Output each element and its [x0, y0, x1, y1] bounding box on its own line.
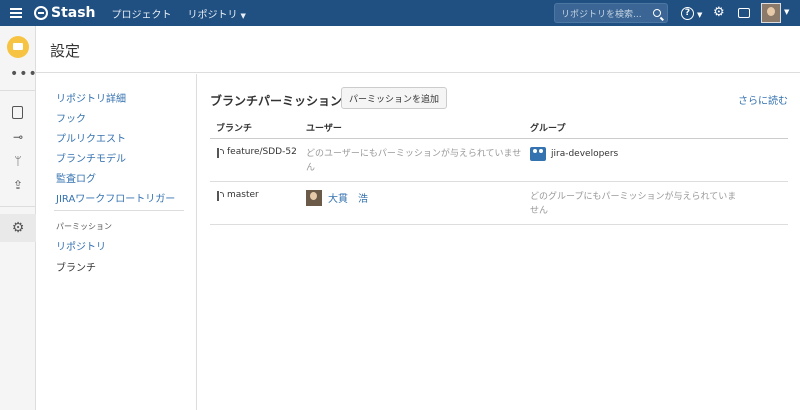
avatar-chevron-down-icon[interactable]: ▼	[784, 8, 789, 16]
group-icon	[530, 146, 546, 161]
repository-search-input[interactable]: リポジトリを検索...	[554, 3, 668, 23]
branch-cell: feature/SDD-52	[210, 138, 300, 182]
section-title: ブランチパーミッション	[210, 94, 343, 108]
inbox-icon[interactable]	[738, 8, 750, 18]
groups-cell: どのグループにもパーミッションが与えられていません	[524, 181, 788, 225]
user-name-link[interactable]: 大貫 浩	[328, 190, 368, 205]
groups-cell: jira-developers	[524, 138, 788, 182]
nav-repositories-label: リポジトリ	[187, 9, 238, 21]
nav-repositories[interactable]: リポジトリ ▼	[188, 6, 246, 21]
table-row[interactable]: feature/SDD-52 どのユーザーにもパーミッションが与えられていません…	[210, 138, 788, 182]
branch-name: feature/SDD-52	[227, 146, 297, 157]
settings-navigation: リポジトリ詳細 フック プルリクエスト ブランチモデル 監査ログ JIRAワーク…	[36, 74, 197, 410]
settings-link-branch-permissions[interactable]: ブランチ	[56, 259, 96, 274]
pull-requests-icon[interactable]: ⇪	[11, 178, 25, 192]
settings-nav-divider	[54, 210, 184, 211]
page-header: 設定	[36, 26, 800, 73]
users-cell: どのユーザーにもパーミッションが与えられていません	[300, 138, 524, 182]
page-title: 設定	[50, 42, 81, 60]
settings-link-repository-permissions[interactable]: リポジトリ	[56, 238, 106, 253]
no-users-message: どのユーザーにもパーミッションが与えられていません	[306, 148, 522, 173]
users-cell: 大貫 浩	[300, 181, 524, 225]
settings-link-jira-workflow-triggers[interactable]: JIRAワークフロートリガー	[56, 190, 175, 205]
column-header-groups: グループ	[524, 118, 788, 139]
project-avatar-icon[interactable]	[7, 36, 29, 58]
table-row[interactable]: master 大貫 浩 どのグループにもパーミッションが与えられていません	[210, 181, 788, 225]
search-icon[interactable]	[653, 9, 661, 17]
gear-icon[interactable]: ⚙	[713, 5, 725, 21]
no-groups-message: どのグループにもパーミッションが与えられていません	[530, 191, 737, 216]
more-icon[interactable]: •••	[10, 66, 38, 82]
menu-icon[interactable]	[0, 0, 32, 26]
column-header-branch: ブランチ	[210, 118, 300, 139]
branches-icon[interactable]: ᛘ	[11, 154, 25, 168]
branch-permissions-table: ブランチ ユーザー グループ feature/SDD-52 どのユーザーにもパー…	[210, 118, 788, 225]
settings-link-branch-model[interactable]: ブランチモデル	[56, 150, 126, 165]
stash-logo[interactable]: Stash	[34, 5, 96, 21]
settings-link-pull-requests[interactable]: プルリクエスト	[56, 130, 126, 145]
user-avatar[interactable]	[761, 3, 781, 23]
settings-gear-icon[interactable]: ⚙	[11, 221, 25, 235]
help-chevron-down-icon[interactable]: ▼	[697, 7, 702, 23]
table-header-row: ブランチ ユーザー グループ	[210, 118, 788, 139]
rail-divider	[0, 206, 36, 207]
commits-icon[interactable]: ⊸	[11, 130, 25, 144]
permissions-section-heading: パーミッション	[56, 222, 112, 231]
top-navigation-bar: Stash プロジェクト リポジトリ ▼ リポジトリを検索... ? ▼ ⚙ ▼	[0, 0, 800, 26]
source-icon[interactable]	[12, 106, 23, 119]
add-permission-button[interactable]: パーミッションを追加	[341, 87, 448, 109]
stash-logo-icon	[34, 6, 48, 20]
nav-projects[interactable]: プロジェクト	[112, 6, 172, 21]
search-placeholder: リポジトリを検索...	[561, 9, 642, 20]
settings-link-audit-log[interactable]: 監査ログ	[56, 170, 96, 185]
sidebar-rail: ••• ⊸ ᛘ ⇪ ⚙	[0, 26, 38, 410]
branch-icon	[216, 190, 224, 201]
app-name: Stash	[51, 5, 96, 21]
branch-cell: master	[210, 181, 300, 225]
chevron-down-icon: ▼	[240, 11, 246, 20]
main-content: ブランチパーミッション パーミッションを追加 さらに読む ブランチ ユーザー グ…	[198, 74, 800, 410]
help-icon[interactable]: ?	[681, 7, 694, 20]
rail-divider	[0, 90, 36, 91]
settings-link-hooks[interactable]: フック	[56, 110, 86, 125]
read-more-link[interactable]: さらに読む	[738, 92, 788, 107]
settings-link-repository-details[interactable]: リポジトリ詳細	[56, 90, 126, 105]
group-name[interactable]: jira-developers	[551, 149, 618, 159]
column-header-users: ユーザー	[300, 118, 524, 139]
avatar	[306, 189, 322, 206]
branch-icon	[216, 147, 224, 158]
branch-name: master	[227, 189, 259, 200]
